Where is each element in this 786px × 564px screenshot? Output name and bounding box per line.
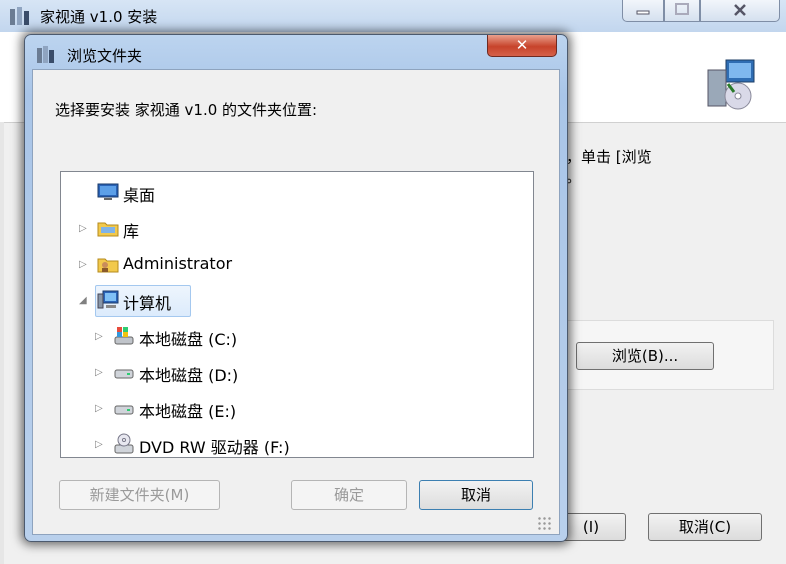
expand-arrow-icon[interactable]: ▷ <box>95 367 103 378</box>
ok-button[interactable]: 确定 <box>291 480 407 510</box>
tree-item[interactable]: ▷ 库 <box>61 211 517 247</box>
close-icon: ✕ <box>515 36 529 54</box>
expand-arrow-icon[interactable]: ▷ <box>95 403 103 414</box>
user-folder-icon <box>97 258 119 273</box>
tree-item[interactable]: ▷ 本地磁盘 (C:) <box>61 319 517 355</box>
installer-left-edge <box>0 122 4 564</box>
dialog-prompt: 选择要安装 家视通 v1.0 的文件夹位置: <box>55 101 318 119</box>
tree-item-label: Administrator <box>123 254 233 273</box>
minimize-icon <box>636 10 650 15</box>
tree-item[interactable]: ▷ 本地磁盘 (E:) <box>61 391 517 427</box>
tree-item[interactable]: ▷ Administrator <box>61 247 517 283</box>
resize-grip-icon[interactable] <box>537 516 551 530</box>
dvd-drive-icon <box>114 433 134 454</box>
expand-arrow-icon[interactable]: ▷ <box>95 331 103 342</box>
tree-item-label: 本地磁盘 (C:) <box>139 330 238 349</box>
tree-item-label: 本地磁盘 (D:) <box>139 366 239 385</box>
dialog-app-icon <box>37 46 54 63</box>
tree-item-label: 库 <box>123 222 140 241</box>
tree-item[interactable]: ▷ 本地磁盘 (D:) <box>61 355 517 391</box>
cancel-button[interactable]: 取消 <box>419 480 533 510</box>
installer-title: 家视通 v1.0 安装 <box>40 8 158 26</box>
library-folder-icon <box>97 222 119 237</box>
folder-tree[interactable]: 桌面 ▷ 库 ▷ Administrator ◢ 计算机 ▷ 本地磁盘 (C:) ▷ 本地磁盘 (D… <box>60 171 534 458</box>
computer-icon <box>97 290 119 309</box>
tree-item[interactable]: ◢ 计算机 <box>61 283 517 319</box>
close-icon <box>734 4 746 16</box>
browse-folder-dialog: 浏览文件夹 ✕ 选择要安装 家视通 v1.0 的文件夹位置: 桌面 ▷ 库 ▷ Admi… <box>24 34 568 542</box>
installer-close-button[interactable] <box>700 0 780 22</box>
installer-titlebar: 家视通 v1.0 安装 <box>0 0 786 32</box>
tree-item-label: DVD RW 驱动器 (F:) <box>139 438 290 457</box>
installer-setup-icon <box>707 59 755 110</box>
tree-item-label: 计算机 <box>123 294 172 313</box>
maximize-button[interactable] <box>664 0 700 22</box>
tree-item[interactable]: 桌面 <box>61 175 517 211</box>
hard-drive-icon <box>114 369 134 379</box>
maximize-icon <box>675 3 689 15</box>
dialog-title: 浏览文件夹 <box>67 47 143 65</box>
installer-instruction-text-2: 。 <box>566 168 582 186</box>
installer-instruction-text: ，单击 [浏览 <box>566 148 652 166</box>
desktop-icon <box>97 183 119 200</box>
tree-item[interactable]: ▷ DVD RW 驱动器 (F:) <box>61 427 517 457</box>
installer-cancel-button[interactable]: 取消(C) <box>648 513 762 541</box>
expand-arrow-icon[interactable]: ▷ <box>79 259 87 270</box>
installer-app-icon <box>10 7 29 25</box>
expand-arrow-icon[interactable]: ▷ <box>79 223 87 234</box>
collapse-arrow-icon[interactable]: ◢ <box>79 295 87 306</box>
dialog-close-button[interactable]: ✕ <box>487 35 557 57</box>
tree-item-label: 本地磁盘 (E:) <box>139 402 237 421</box>
new-folder-button[interactable]: 新建文件夹(M) <box>59 480 220 510</box>
expand-arrow-icon[interactable]: ▷ <box>95 439 103 450</box>
minimize-button[interactable] <box>622 0 664 22</box>
system-drive-icon <box>114 327 134 345</box>
tree-item-label: 桌面 <box>123 186 156 205</box>
installer-browse-button[interactable]: 浏览(B)... <box>576 342 714 370</box>
hard-drive-icon <box>114 405 134 415</box>
